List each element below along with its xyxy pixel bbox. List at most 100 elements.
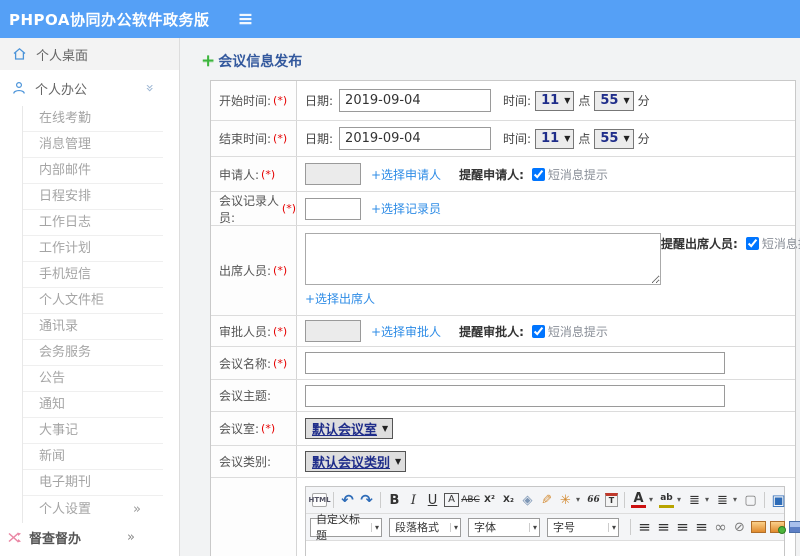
choose-recorder-link[interactable]: +选择记录员 [371, 200, 441, 217]
editor-format-select[interactable]: 字号 ▾ [547, 517, 619, 537]
paste-text-icon[interactable]: T [605, 493, 618, 507]
recorder-input[interactable] [305, 197, 361, 220]
dropdown-arrow-icon[interactable]: ▾ [731, 491, 739, 509]
sidebar-item-label: 个人设置 [39, 502, 92, 517]
subscript-icon[interactable]: X₂ [501, 491, 516, 509]
editor-format-select[interactable]: 自定义标题 ▾ [310, 513, 382, 542]
choose-attendees-link[interactable]: +选择出席人 [305, 290, 375, 307]
bold-icon[interactable]: B [387, 491, 402, 509]
sidebar-sub-item[interactable]: 个人文件柜 [23, 288, 163, 314]
sidebar-sub-item[interactable]: 大事记 [23, 418, 163, 444]
choose-applicant-link[interactable]: +选择申请人 [371, 166, 441, 183]
font-color-icon[interactable]: A [631, 492, 646, 508]
chevron-down-icon: ▾ [370, 522, 379, 532]
attendees-sms-checkbox[interactable] [745, 237, 759, 250]
new-page-icon[interactable]: ▢ [743, 491, 758, 509]
blockquote-icon[interactable]: 66 [586, 491, 601, 509]
date-label: 日期: [305, 94, 334, 108]
form-row-category: 会议类别: 默认会议类别 ▼ [211, 446, 795, 478]
unordered-list-icon[interactable]: ≣ [715, 491, 730, 509]
sidebar-sub-item[interactable]: 工作计划 [23, 236, 163, 262]
sidebar-sub-item[interactable]: 日程安排 [23, 184, 163, 210]
sidebar-sub-item[interactable]: 内部邮件 [23, 158, 163, 184]
toolbar-separator [630, 519, 631, 535]
align-justify-icon[interactable]: ≡ [694, 518, 709, 536]
dropdown-arrow-icon[interactable]: ▾ [675, 491, 683, 509]
applicant-sms-checkbox[interactable] [531, 167, 545, 181]
sidebar-item-label: 督查督办 [29, 531, 82, 547]
start-date-input[interactable] [339, 89, 492, 112]
highlight-color-icon[interactable]: ab [659, 493, 674, 508]
user-icon [12, 81, 26, 95]
ordered-list-icon[interactable]: ≣ [687, 491, 702, 509]
choose-approver-link[interactable]: +选择审批人 [371, 323, 441, 340]
toolbar-separator [624, 492, 625, 508]
italic-icon[interactable]: I [406, 491, 421, 509]
start-minute-select[interactable]: 55 ▼ [594, 90, 634, 111]
hamburger-menu-icon[interactable]: ≡ [238, 9, 254, 29]
sidebar-sub-item[interactable]: 在线考勤 [23, 106, 163, 132]
sidebar-sub-item[interactable]: 通知 [23, 392, 163, 418]
field-content: 日期: 时间: 11 ▼ 点 55 ▼ 分 [297, 121, 795, 156]
dropdown-arrow-icon[interactable]: ▾ [574, 491, 582, 509]
link-icon[interactable]: ∞ [713, 518, 728, 536]
align-center-icon[interactable]: ≡ [656, 518, 671, 536]
sms-label: 短消息提示 [547, 324, 608, 339]
end-date-input[interactable] [339, 127, 492, 150]
field-label: 会议记录人员: (*) [211, 192, 297, 225]
field-content: HTML ↶ ↷ B I U A ABC X² X₂ ◈ ✎ ✳ ▾ 66 T A ▾ ab ▾ ≣ ▾ ≣ ▾ ▢ ▣ 自定义标… [297, 478, 800, 556]
approver-sms-checkbox[interactable] [531, 324, 545, 338]
applicant-input[interactable] [305, 163, 361, 185]
sidebar-sub-item[interactable]: 工作日志 [23, 210, 163, 236]
sidebar-sub-item[interactable]: 手机短信 [23, 262, 163, 288]
quick-format-icon[interactable]: ✳ [558, 491, 573, 509]
strikethrough-icon[interactable]: ABC [461, 491, 479, 509]
redo-icon[interactable]: ↷ [359, 491, 374, 509]
remove-format-icon[interactable]: ◈ [520, 491, 535, 509]
align-right-icon[interactable]: ≡ [675, 518, 690, 536]
meeting-room-select[interactable]: 默认会议室 ▼ [305, 418, 394, 439]
underline-icon[interactable]: U [425, 491, 440, 509]
form-row-attendees: 出席人员: (*) +选择出席人 提醒出席人员: 短消息提示 [211, 226, 800, 316]
font-style-icon[interactable]: A [444, 493, 459, 507]
dropdown-arrow-icon[interactable]: ▾ [703, 491, 711, 509]
superscript-icon[interactable]: X² [482, 491, 497, 509]
editor-content-area[interactable] [306, 541, 784, 556]
required-mark: (*) [273, 94, 288, 107]
editor-format-select[interactable]: 段落格式 ▾ [389, 517, 461, 537]
label-text: 会议名称: [219, 356, 272, 371]
unlink-icon[interactable]: ⊘ [732, 518, 747, 536]
html-source-button[interactable]: HTML [308, 493, 331, 507]
sidebar-item-supervise[interactable]: 督查督办 » [0, 523, 179, 551]
end-minute-select[interactable]: 55 ▼ [594, 128, 634, 149]
meeting-category-select[interactable]: 默认会议类别 ▼ [305, 451, 407, 472]
sidebar-sub-item[interactable]: 通讯录 [23, 314, 163, 340]
field-label: 开始时间: (*) [211, 81, 297, 120]
required-mark: (*) [273, 324, 288, 338]
sidebar-sub-item[interactable]: 电子期刊 [23, 470, 163, 496]
dropdown-arrow-icon[interactable]: ▾ [647, 491, 655, 509]
sidebar-sub-item[interactable]: 公告 [23, 366, 163, 392]
fullscreen-icon[interactable]: ▣ [771, 491, 786, 509]
field-content: +选择申请人 提醒申请人: 短消息提示 [297, 157, 795, 191]
sidebar-sub-item[interactable]: 会务服务 [23, 340, 163, 366]
clean-format-icon[interactable]: ✎ [539, 491, 554, 509]
undo-icon[interactable]: ↶ [340, 491, 355, 509]
approver-input[interactable] [305, 320, 361, 342]
start-hour-select[interactable]: 11 ▼ [535, 90, 575, 111]
sidebar-sub-item[interactable]: 消息管理 [23, 132, 163, 158]
editor-format-select[interactable]: 字体 ▾ [468, 517, 540, 537]
end-hour-select[interactable]: 11 ▼ [535, 128, 575, 149]
align-left-icon[interactable]: ≡ [637, 518, 652, 536]
attendees-textarea[interactable] [305, 233, 661, 285]
image-icon[interactable] [751, 521, 766, 533]
sidebar-item-office[interactable]: 个人办公 » [0, 70, 179, 106]
sidebar-item-desktop[interactable]: 个人桌面 [0, 38, 179, 70]
sidebar-item-settings[interactable]: 个人设置 » [22, 496, 163, 523]
sidebar-sub-item[interactable]: 新闻 [23, 444, 163, 470]
media-icon[interactable] [789, 521, 800, 533]
meeting-subject-input[interactable] [305, 384, 725, 407]
field-content [297, 347, 795, 379]
insert-image-icon[interactable] [770, 521, 786, 534]
meeting-name-input[interactable] [305, 352, 725, 374]
